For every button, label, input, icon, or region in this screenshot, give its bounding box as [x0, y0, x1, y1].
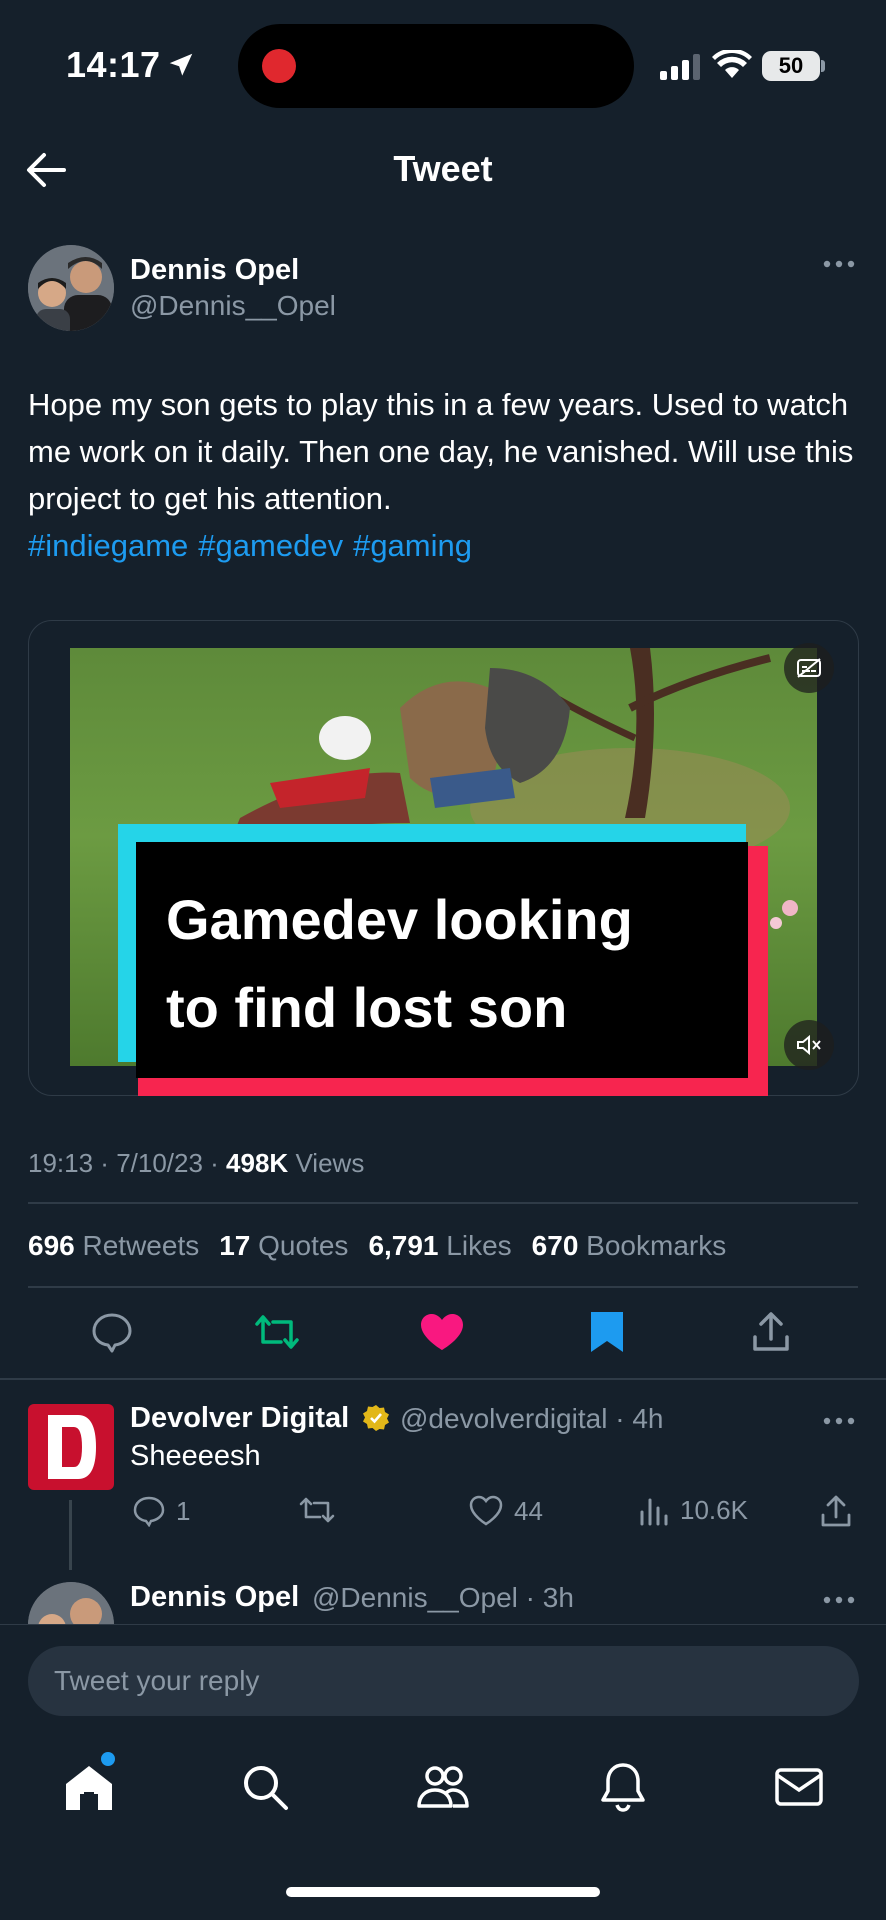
reply-author-meta: @Dennis__Opel · 3h	[312, 1582, 574, 1613]
recording-indicator	[262, 49, 296, 83]
reply-avatar-devolver[interactable]	[28, 1404, 114, 1490]
retweet-icon	[255, 1315, 299, 1349]
home-icon	[66, 1766, 112, 1810]
bookmark-button[interactable]	[577, 1302, 637, 1362]
reply-share-button[interactable]	[820, 1495, 852, 1527]
author-name[interactable]: Dennis Opel	[130, 254, 299, 287]
bookmarks-count: 670	[531, 1230, 579, 1261]
divider	[0, 1378, 886, 1380]
bookmarks-label: Bookmarks	[586, 1230, 727, 1261]
hashtag-link[interactable]: #gaming	[353, 528, 472, 563]
video-caption-line: to find lost son	[166, 976, 568, 1039]
heart-icon	[469, 1495, 503, 1526]
author-avatar[interactable]	[28, 245, 114, 331]
share-icon	[821, 1495, 851, 1527]
cellular-signal-icon	[660, 54, 700, 80]
views-chart-icon	[640, 1498, 668, 1525]
reply-icon	[133, 1496, 165, 1527]
reply-like-count: 44	[514, 1495, 543, 1526]
tab-messages[interactable]	[764, 1752, 834, 1822]
retweet-icon	[299, 1497, 335, 1523]
author-handle[interactable]: @Dennis__Opel	[130, 290, 336, 322]
likes-count: 6,791	[368, 1230, 439, 1261]
volume-muted-icon	[797, 1034, 821, 1056]
tab-search[interactable]	[230, 1752, 300, 1822]
quotes-count: 17	[219, 1230, 251, 1261]
battery-tip	[821, 60, 825, 72]
search-icon	[244, 1766, 288, 1810]
reply-author-meta: @devolverdigital · 4h	[400, 1403, 664, 1434]
heart-filled-icon	[421, 1314, 463, 1350]
mute-button[interactable]	[784, 1020, 834, 1070]
hashtag-list: #indiegame #gamedev #gaming	[28, 522, 482, 569]
like-button[interactable]	[412, 1302, 472, 1362]
home-indicator	[286, 1887, 600, 1897]
reply-author-name[interactable]: Dennis Opel	[130, 1581, 299, 1614]
reply-age: 4h	[632, 1403, 664, 1434]
tweet-time: 19:13	[28, 1148, 94, 1178]
verified-badge-icon	[363, 1405, 389, 1431]
reply-like-button[interactable]: 44	[468, 1495, 543, 1527]
reply-icon	[92, 1313, 132, 1353]
notification-dot	[101, 1752, 115, 1766]
captions-button[interactable]	[784, 643, 834, 693]
page-title: Tweet	[393, 148, 493, 189]
reply-view-count: 10.6K	[680, 1495, 748, 1525]
tab-communities[interactable]	[408, 1752, 478, 1822]
reply-views-button[interactable]: 10.6K	[638, 1495, 748, 1526]
reply-author-handle[interactable]: @devolverdigital	[400, 1403, 607, 1434]
mail-icon	[775, 1768, 823, 1806]
more-options-icon[interactable]	[822, 1413, 856, 1431]
status-time: 14:17	[66, 44, 161, 85]
captions-off-icon	[797, 658, 821, 678]
battery-level: 50	[762, 51, 820, 81]
reply-age: 3h	[542, 1582, 574, 1613]
bell-icon	[601, 1763, 645, 1812]
reply-author-name[interactable]: Devolver Digital	[130, 1402, 349, 1435]
share-button[interactable]	[741, 1302, 801, 1362]
tab-notifications[interactable]	[588, 1752, 658, 1822]
reply-retweet-button[interactable]	[298, 1495, 336, 1525]
divider	[28, 1202, 858, 1204]
quotes-stat[interactable]: 17 Quotes	[219, 1230, 348, 1262]
bookmark-filled-icon	[591, 1312, 623, 1352]
reply-input[interactable]	[28, 1646, 859, 1716]
share-icon	[753, 1312, 789, 1351]
reply-button[interactable]	[82, 1302, 142, 1362]
retweets-count: 696	[28, 1230, 75, 1261]
video-caption: Gamedev looking to find lost son	[166, 876, 633, 1052]
likes-label: Likes	[446, 1230, 512, 1261]
bookmarks-stat[interactable]: 670 Bookmarks	[532, 1230, 727, 1262]
reply-reply-button[interactable]: 1	[132, 1495, 190, 1527]
reply-count: 1	[176, 1495, 191, 1526]
wifi-icon	[712, 50, 752, 78]
tweet-date: 7/10/23	[116, 1148, 203, 1178]
thread-line	[69, 1500, 72, 1570]
hashtag-link[interactable]: #gamedev	[198, 528, 343, 563]
devolver-logo	[48, 1415, 96, 1479]
tweet-meta: 19:13 · 7/10/23 · 498K Views	[28, 1148, 365, 1178]
quotes-label: Quotes	[258, 1230, 349, 1261]
dynamic-island	[238, 24, 634, 108]
retweets-label: Retweets	[82, 1230, 200, 1261]
views-count: 498K	[226, 1148, 289, 1178]
communities-icon	[417, 1766, 469, 1808]
divider	[28, 1286, 858, 1288]
more-options-icon[interactable]	[822, 256, 856, 274]
engagement-stats: 696 Retweets 17 Quotes 6,791 Likes 670 B…	[28, 1230, 726, 1262]
reply-text: Sheeeesh	[130, 1440, 261, 1472]
tweet-text: Hope my son gets to play this in a few y…	[28, 387, 854, 516]
retweet-button[interactable]	[247, 1302, 307, 1362]
likes-stat[interactable]: 6,791 Likes	[368, 1230, 511, 1262]
retweets-stat[interactable]: 696 Retweets	[28, 1230, 199, 1262]
hashtag-link[interactable]: #indiegame	[28, 528, 188, 563]
location-arrow-icon	[169, 53, 193, 76]
views-label: Views	[295, 1148, 365, 1178]
reply-author-handle[interactable]: @Dennis__Opel	[312, 1582, 518, 1613]
video-caption-line: Gamedev looking	[166, 888, 633, 951]
more-options-icon[interactable]	[822, 1592, 856, 1610]
